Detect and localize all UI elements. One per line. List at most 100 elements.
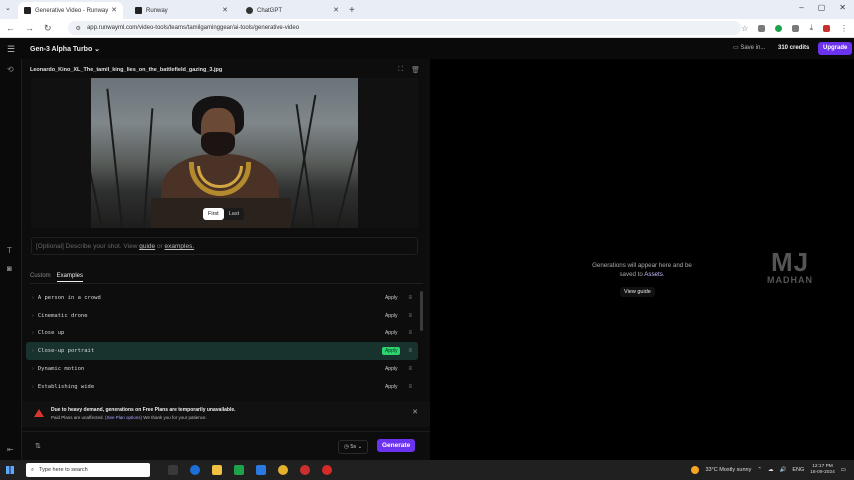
- forward-icon[interactable]: →: [25, 23, 34, 33]
- download-icon[interactable]: ⤓: [809, 23, 813, 33]
- close-tab-icon[interactable]: ✕: [333, 6, 339, 14]
- weather-text[interactable]: 33°C Mostly sunny: [705, 467, 751, 473]
- tab-custom[interactable]: Custom: [30, 273, 51, 282]
- credits-count: 310 credits: [778, 45, 810, 51]
- maximize-icon[interactable]: ▢: [818, 3, 826, 12]
- clock[interactable]: 12:17 PM 18-09-2024: [810, 464, 835, 476]
- details-icon[interactable]: ≡: [408, 295, 412, 301]
- tab-examples[interactable]: Examples: [56, 273, 84, 282]
- edge-icon[interactable]: [190, 465, 200, 475]
- last-frame-option[interactable]: Last: [224, 208, 244, 220]
- apply-button[interactable]: Apply: [382, 383, 401, 391]
- model-selector[interactable]: Gen-3 Alpha Turbo ⌄: [30, 45, 100, 53]
- tab-chatgpt[interactable]: ChatGPT ✕: [240, 2, 345, 19]
- list-item[interactable]: › Establishing wide Apply ≡: [26, 378, 418, 396]
- list-item[interactable]: › Close up Apply ≡: [26, 325, 418, 343]
- details-icon[interactable]: ≡: [408, 348, 412, 354]
- prompt-input[interactable]: [Optional] Describe your shot. View guid…: [31, 237, 418, 255]
- close-tab-icon[interactable]: ✕: [222, 6, 228, 14]
- address-bar[interactable]: ⚙ app.runwayml.com/video-tools/teams/tam…: [67, 21, 742, 35]
- input-image: [91, 78, 358, 228]
- collapse-icon[interactable]: ⇤: [7, 445, 14, 454]
- generate-button[interactable]: Generate: [377, 439, 416, 452]
- examples-link[interactable]: examples.: [165, 243, 195, 250]
- extensions-puzzle-icon[interactable]: [792, 24, 800, 32]
- window-controls: – ▢ ✕: [799, 3, 846, 12]
- examples-scrollbar[interactable]: [420, 291, 423, 331]
- apply-button[interactable]: Apply: [382, 312, 401, 320]
- duration-selector[interactable]: ◷ 5s ⌄: [338, 440, 369, 454]
- browser-toolbar: ← → ↻ ⚙ app.runwayml.com/video-tools/tea…: [0, 19, 854, 38]
- taskbar-search[interactable]: ⌕ Type here to search: [26, 463, 150, 477]
- runway-favicon-icon: [24, 7, 31, 14]
- tab-generative-video[interactable]: Generative Video - Runway ✕: [18, 2, 123, 19]
- text-tool-icon[interactable]: T: [7, 246, 12, 255]
- store-icon[interactable]: [256, 465, 266, 475]
- extension-icon[interactable]: [758, 24, 766, 32]
- image-tool-icon[interactable]: ◙: [7, 264, 12, 273]
- close-window-icon[interactable]: ✕: [839, 3, 846, 12]
- frame-position-toggle: First Last: [203, 208, 245, 220]
- assets-link[interactable]: Assets: [644, 271, 663, 278]
- new-tab-icon[interactable]: +: [349, 2, 355, 19]
- tray-chevron-icon[interactable]: ⌃: [757, 467, 762, 473]
- prompt-tabs: Custom Examples: [30, 273, 84, 282]
- network-icon[interactable]: ☁: [768, 467, 774, 473]
- examples-list: › A person in a crowd Apply ≡ › Cinemati…: [26, 289, 418, 396]
- back-icon[interactable]: ←: [6, 23, 15, 33]
- extension-green-icon[interactable]: [775, 24, 783, 32]
- guide-link[interactable]: guide: [139, 243, 155, 250]
- chrome-profile-icon[interactable]: [300, 465, 310, 475]
- url-text: app.runwayml.com/video-tools/teams/tamil…: [86, 25, 300, 31]
- reload-icon[interactable]: ↻: [44, 23, 52, 34]
- tab-runway[interactable]: Runway ✕: [129, 2, 234, 19]
- site-info-icon[interactable]: ⚙: [76, 25, 81, 32]
- crop-icon[interactable]: ⛶: [398, 66, 403, 74]
- image-filename: Leonardo_Kino_XL_The_tamil_king_lies_on_…: [30, 67, 223, 73]
- menu-icon[interactable]: ☰: [7, 44, 15, 55]
- plan-options-link[interactable]: (See Plan options): [105, 415, 142, 420]
- minimize-icon[interactable]: –: [799, 3, 803, 12]
- recording-app-icon[interactable]: [322, 465, 332, 475]
- apply-button[interactable]: Apply: [381, 347, 401, 356]
- language-indicator[interactable]: ENG: [792, 467, 804, 473]
- browser-menu-icon[interactable]: ⋮: [840, 24, 848, 33]
- system-tray: 33°C Mostly sunny ⌃ ☁ 🔊 ENG 12:17 PM 18-…: [691, 464, 846, 476]
- close-notice-icon[interactable]: ✕: [412, 408, 418, 416]
- settings-sliders-icon[interactable]: ⇅: [35, 442, 41, 450]
- chrome-icon[interactable]: [278, 465, 288, 475]
- excel-icon[interactable]: [234, 465, 244, 475]
- details-icon[interactable]: ≡: [408, 384, 412, 390]
- apply-button[interactable]: Apply: [382, 365, 401, 373]
- tab-search-icon[interactable]: ⌄: [5, 4, 11, 12]
- windows-start-icon[interactable]: [6, 466, 14, 474]
- search-icon: ⌕: [31, 466, 35, 473]
- details-icon[interactable]: ≡: [408, 313, 412, 319]
- profile-avatar-icon[interactable]: [823, 24, 830, 32]
- notifications-icon[interactable]: ▭: [841, 467, 846, 473]
- view-guide-button[interactable]: View guide: [620, 287, 655, 297]
- delete-icon[interactable]: 🗑: [411, 66, 420, 74]
- apply-button[interactable]: Apply: [382, 329, 401, 337]
- file-explorer-icon[interactable]: [212, 465, 222, 475]
- save-in-button[interactable]: ▭ Save in...: [733, 44, 765, 51]
- runway-app: ☰ Gen-3 Alpha Turbo ⌄ ▭ Save in... 310 c…: [0, 38, 854, 460]
- volume-icon[interactable]: 🔊: [779, 467, 786, 473]
- chevron-right-icon: ›: [32, 383, 34, 390]
- list-item[interactable]: › Cinematic drone Apply ≡: [26, 307, 418, 325]
- apply-button[interactable]: Apply: [382, 294, 401, 302]
- bookmark-star-icon[interactable]: ☆: [741, 24, 748, 33]
- details-icon[interactable]: ≡: [408, 366, 412, 372]
- empty-state-message: Generations will appear here and be save…: [592, 262, 692, 278]
- list-item-hovered[interactable]: › Close-up portrait Apply ≡: [26, 342, 418, 361]
- browser-tabstrip: ⌄ Generative Video - Runway ✕ Runway ✕ C…: [0, 0, 854, 19]
- refresh-icon[interactable]: ⟲: [7, 65, 14, 74]
- close-tab-icon[interactable]: ✕: [111, 6, 117, 14]
- task-view-icon[interactable]: [168, 465, 178, 475]
- first-frame-option[interactable]: First: [203, 208, 224, 220]
- details-icon[interactable]: ≡: [408, 330, 412, 336]
- list-item[interactable]: › Dynamic motion Apply ≡: [26, 360, 418, 378]
- list-item[interactable]: › A person in a crowd Apply ≡: [26, 289, 418, 307]
- results-pane: Generations will appear here and be save…: [430, 59, 854, 460]
- upgrade-button[interactable]: Upgrade: [818, 42, 853, 55]
